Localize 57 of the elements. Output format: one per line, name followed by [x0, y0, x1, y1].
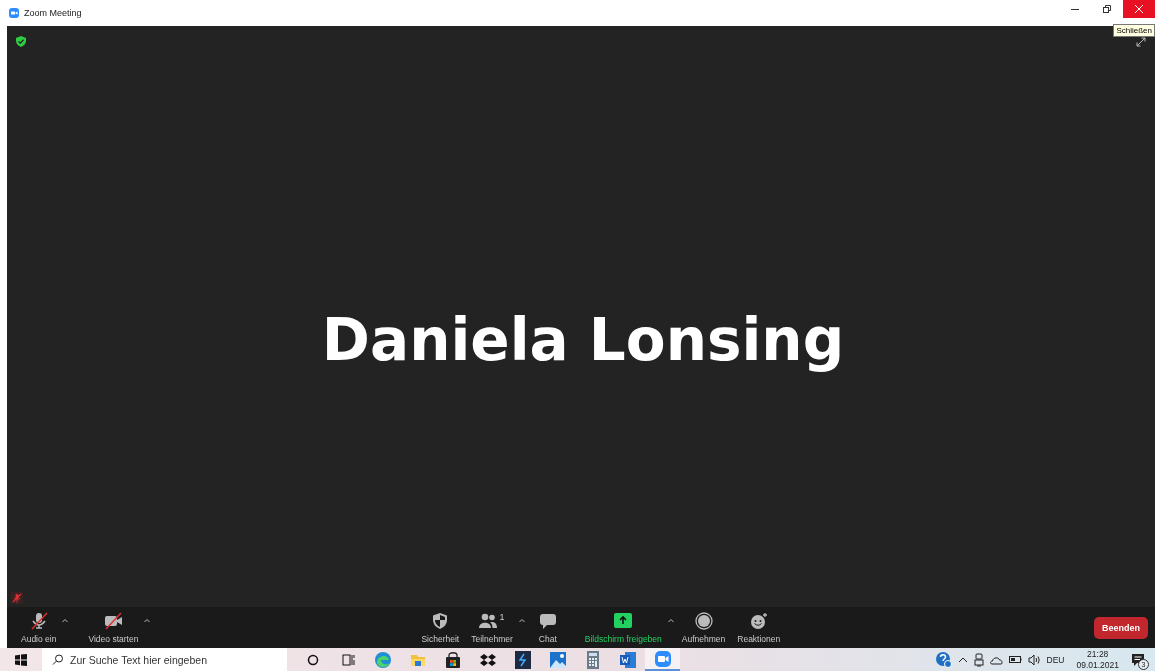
options-caret[interactable] — [667, 617, 674, 623]
window-title: Zoom Meeting — [24, 8, 82, 18]
clock-time: 21:28 — [1087, 648, 1109, 660]
battery-icon — [1008, 655, 1022, 664]
audio-icon — [29, 611, 48, 630]
toolbar-button[interactable]: Video starten — [82, 611, 145, 644]
caret-icon — [144, 617, 151, 623]
clock[interactable]: 21:28 09.01.2021 — [1076, 648, 1119, 671]
word-icon — [618, 650, 637, 669]
fullscreen-button[interactable] — [1136, 36, 1146, 47]
zoom-icon — [653, 649, 672, 668]
options-caret[interactable] — [144, 617, 151, 623]
show-hidden-icons-button[interactable] — [957, 655, 968, 664]
caret-icon — [62, 617, 69, 623]
options-caret[interactable] — [518, 617, 525, 623]
toolbar-button[interactable]: Reaktionen — [731, 611, 787, 644]
toolbar-button[interactable]: Bildschirm freigeben — [578, 611, 668, 644]
shield-check-icon — [16, 36, 26, 47]
chat-icon — [538, 611, 557, 630]
tooltip: Schließen — [1113, 24, 1155, 37]
store-icon — [443, 650, 462, 669]
caret-icon — [667, 617, 674, 623]
muted-mic-icon — [11, 592, 23, 604]
toolbar-button[interactable]: Sicherheit — [415, 611, 466, 644]
video-icon — [104, 611, 123, 630]
participant-count: 1 — [499, 611, 505, 622]
end-meeting-button[interactable]: Beenden — [1094, 616, 1148, 639]
input-language[interactable]: DEU — [1046, 654, 1065, 665]
clock-date: 09.01.2021 — [1076, 659, 1119, 671]
expand-icon — [1136, 36, 1146, 47]
search-icon — [52, 654, 63, 665]
toolbar-button[interactable]: Chat — [532, 611, 563, 644]
restore-icon — [1103, 5, 1111, 13]
photos-icon — [548, 650, 567, 669]
close-icon — [1135, 5, 1143, 13]
toolbar-button[interactable]: Aufnehmen — [675, 611, 732, 644]
toolbar-button[interactable]: Audio ein — [15, 611, 63, 644]
caret-icon — [518, 617, 525, 623]
security-icon — [431, 611, 450, 630]
share-icon — [614, 611, 633, 630]
cloud-icon — [989, 654, 1003, 665]
speaker-icon — [1027, 653, 1041, 666]
zoom-logo-icon — [9, 8, 19, 18]
toolbar-button[interactable]: 1 Teilnehmer — [465, 611, 519, 644]
edge-icon — [373, 650, 392, 669]
chevron-up-icon — [957, 655, 968, 664]
participants-icon — [479, 611, 498, 630]
search-field[interactable]: Zur Suche Text hier eingeben — [42, 648, 287, 671]
close-button[interactable] — [1123, 0, 1155, 18]
help-icon — [935, 651, 952, 668]
options-caret[interactable] — [62, 617, 69, 623]
device-icon — [973, 652, 984, 667]
windows-logo-icon — [15, 653, 27, 666]
participant-name: Daniela Lonsing — [321, 306, 845, 374]
reactions-icon — [749, 611, 768, 630]
record-icon — [694, 611, 713, 630]
terminal-icon — [513, 650, 532, 669]
